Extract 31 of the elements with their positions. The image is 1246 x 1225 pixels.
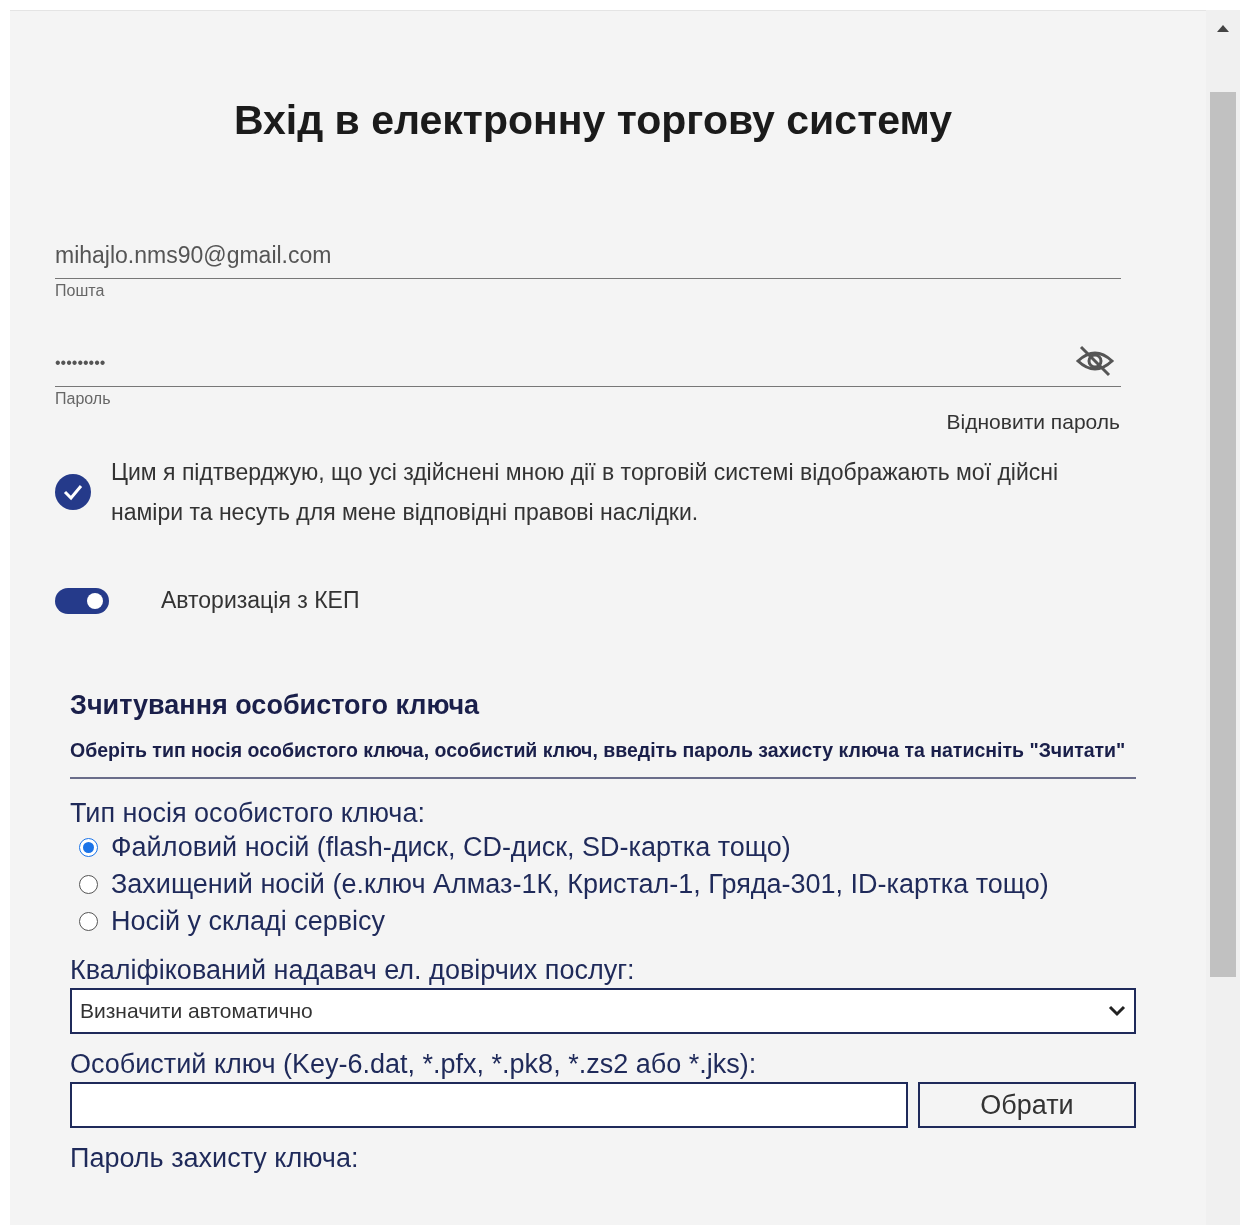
input-field[interactable]: ••••••••• (55, 340, 1121, 387)
eye-slash-icon[interactable] (1075, 343, 1115, 379)
radio-button[interactable] (79, 875, 98, 894)
key-file-label: Особистий ключ (Key-6.dat, *.pfx, *.pk8, *.zs2 або *.jks): (70, 1048, 758, 1080)
input-field[interactable]: mihajlo.nms90@gmail.com (55, 232, 1121, 279)
choose-button[interactable]: Обрати (918, 1082, 1136, 1128)
radio-button[interactable] (79, 838, 98, 857)
field-label: Пароль (55, 390, 111, 408)
field-label: Пошта (55, 282, 105, 300)
section-description: Оберіть тип носія особистого ключа, особистий ключ, введіть пароль захисту ключа та натисніть "Зчитати" (70, 737, 1136, 779)
section-title: Зчитування особистого ключа (70, 690, 481, 721)
scroll-up-icon[interactable] (1217, 24, 1229, 32)
scrollbar-thumb[interactable] (1210, 92, 1236, 977)
scrollbar[interactable] (1206, 10, 1240, 1225)
radio-button[interactable] (79, 912, 98, 931)
carrier-label: Тип носія особистого ключа: (70, 797, 426, 829)
chevron-down-icon (1108, 1005, 1126, 1017)
radio-label: Носій у складі сервісу (111, 906, 386, 937)
radio-label: Захищений носій (е.ключ Алмаз-1К, Кристал-1, Гряда-301, ID-картка тощо) (111, 869, 1049, 900)
consent-text: Цим я підтверджую, що усі здійснені мною дії в торговій системі відображають мої дійсні наміри та несуть для мене відповідні правові наслідки. (111, 458, 1060, 527)
provider-label: Кваліфікований надавач ел. довірчих послуг: (70, 954, 636, 986)
toggle-label: Авторизація з КЕП (161, 587, 360, 614)
checkmark-icon (62, 483, 84, 501)
radio-label: Файловий носій (flash-диск, CD-диск, SD-картка тощо) (111, 832, 791, 863)
key-password-label: Пароль захисту ключа: (70, 1142, 360, 1174)
restore-password-link[interactable]: Відновити пароль (946, 410, 1120, 434)
provider-select[interactable]: Визначити автоматично (70, 988, 1136, 1034)
key-file-input[interactable] (70, 1082, 908, 1128)
page-title: Вхід в електронну торгову систему (232, 97, 954, 144)
toggle-switch[interactable] (55, 587, 109, 614)
checkbox[interactable] (55, 474, 91, 510)
